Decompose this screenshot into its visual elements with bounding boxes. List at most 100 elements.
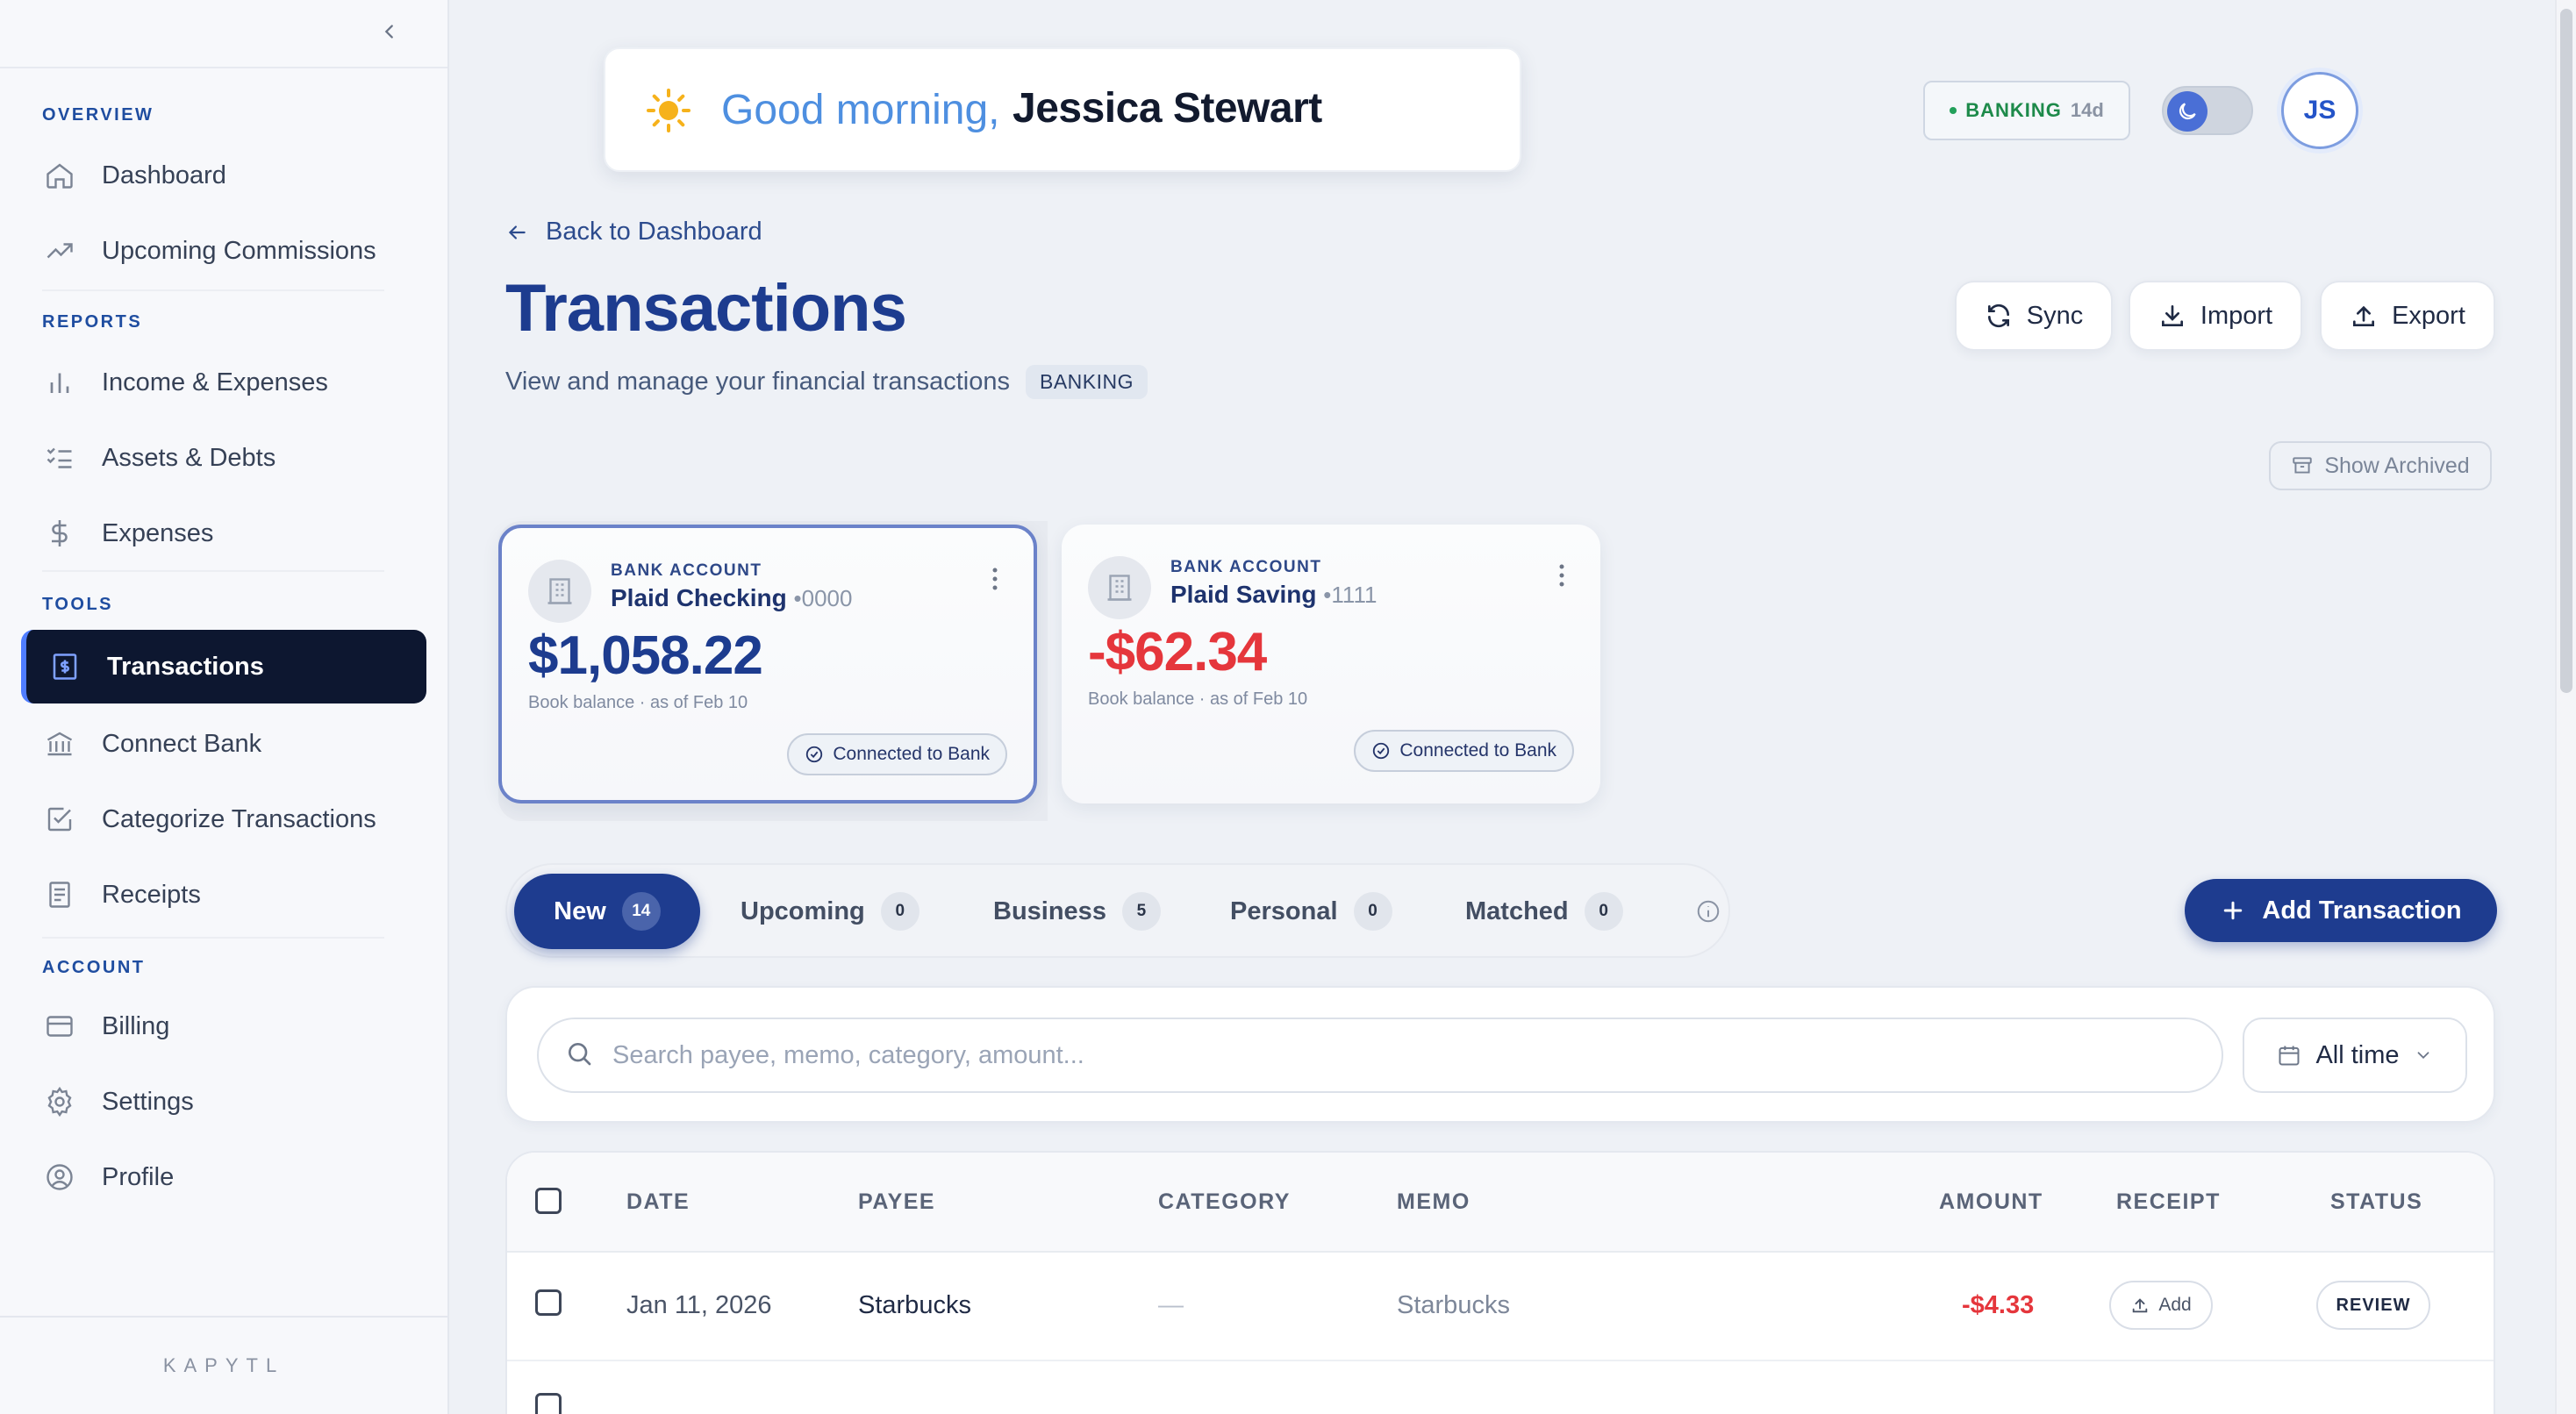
status-dot-icon [1950, 107, 1957, 114]
search-icon [565, 1039, 593, 1072]
sidebar-item-profile[interactable]: Profile [21, 1140, 426, 1214]
back-to-dashboard-link[interactable]: Back to Dashboard [505, 218, 762, 246]
sidebar-item-assets-debts[interactable]: Assets & Debts [21, 421, 426, 495]
chevron-left-icon [384, 25, 393, 39]
account-card[interactable]: BANK ACCOUNT Plaid Checking •0000 $1,058… [498, 525, 1037, 803]
plus-icon [2224, 901, 2243, 920]
tab-personal[interactable]: Personal 0 [1209, 874, 1413, 949]
tab-count: 0 [1353, 892, 1392, 931]
column-receipt: RECEIPT [2116, 1189, 2221, 1214]
bank-icon [42, 726, 77, 761]
sync-button[interactable]: Sync [1955, 281, 2113, 351]
gear-icon [42, 1084, 77, 1119]
tab-count: 0 [880, 892, 919, 931]
review-status-button[interactable]: REVIEW [2316, 1281, 2430, 1330]
section-reports: REPORTS [42, 312, 143, 332]
show-archived-label: Show Archived [2324, 453, 2470, 478]
search-field[interactable] [537, 1018, 2223, 1093]
calendar-icon [2279, 1046, 2300, 1066]
tab-count: 5 [1121, 892, 1161, 931]
add-receipt-button[interactable]: Add [2109, 1281, 2213, 1330]
sidebar-item-settings[interactable]: Settings [21, 1065, 426, 1139]
transactions-table: DATE PAYEE CATEGORY MEMO AMOUNT RECEIPT … [505, 1151, 2495, 1414]
moon-icon [2167, 91, 2207, 132]
add-transaction-label: Add Transaction [2262, 896, 2462, 925]
upload-icon [2133, 1298, 2148, 1313]
plan-days: 14d [2070, 99, 2104, 121]
table-row-partial [507, 1363, 2494, 1414]
sidebar-divider [0, 67, 447, 68]
account-type: BANK ACCOUNT [611, 561, 762, 580]
back-link-label: Back to Dashboard [546, 218, 762, 246]
sidebar-item-transactions[interactable]: Transactions [21, 630, 426, 703]
plan-badge[interactable]: BANKING 14d [1923, 81, 2130, 140]
sidebar-item-label: Dashboard [102, 161, 226, 189]
column-status: STATUS [2330, 1189, 2423, 1214]
connected-label: Connected to Bank [1399, 740, 1556, 761]
sidebar-item-billing[interactable]: Billing [21, 989, 426, 1063]
more-vertical-icon[interactable] [1558, 563, 1565, 588]
sidebar-item-label: Expenses [102, 518, 214, 547]
row-checkbox[interactable] [535, 1393, 562, 1414]
sun-icon [647, 89, 691, 132]
avatar[interactable]: JS [2281, 72, 2358, 149]
account-type: BANK ACCOUNT [1170, 558, 1322, 576]
account-mask: •0000 [793, 585, 853, 611]
dark-mode-toggle[interactable] [2162, 86, 2253, 135]
account-meta: Book balance · as of Feb 10 [1088, 689, 1308, 709]
connected-label: Connected to Bank [833, 744, 990, 764]
tab-upcoming[interactable]: Upcoming 0 [719, 874, 941, 949]
sidebar-item-categorize[interactable]: Categorize Transactions [21, 782, 426, 856]
sidebar-item-connect-bank[interactable]: Connect Bank [21, 707, 426, 781]
column-amount[interactable]: AMOUNT [1939, 1189, 2043, 1215]
transaction-tabs: New 14 Upcoming 0 Business 5 Personal 0 … [505, 863, 1730, 958]
sidebar-item-income-expenses[interactable]: Income & Expenses [21, 346, 426, 419]
column-payee[interactable]: PAYEE [858, 1189, 935, 1215]
section-overview: OVERVIEW [42, 105, 154, 125]
import-label: Import [2200, 301, 2273, 330]
column-date[interactable]: DATE [626, 1189, 690, 1215]
table-header: DATE PAYEE CATEGORY MEMO AMOUNT RECEIPT … [507, 1153, 2494, 1253]
trending-up-icon [42, 233, 77, 268]
row-category[interactable]: — [1158, 1291, 1184, 1320]
column-memo[interactable]: MEMO [1397, 1189, 1470, 1215]
add-transaction-button[interactable]: Add Transaction [2185, 879, 2497, 942]
account-balance: $1,058.22 [528, 625, 763, 686]
dollar-icon [42, 516, 77, 551]
greeting-header: Good morning, Jessica Stewart [604, 47, 1521, 172]
export-button[interactable]: Export [2320, 281, 2495, 351]
account-card[interactable]: BANK ACCOUNT Plaid Saving •1111 -$62.34 … [1062, 525, 1600, 803]
search-input[interactable] [612, 1040, 2104, 1070]
row-amount: -$4.33 [1962, 1291, 2035, 1319]
info-icon[interactable] [1695, 898, 1721, 925]
sidebar-item-label: Upcoming Commissions [102, 236, 376, 265]
column-category[interactable]: CATEGORY [1158, 1189, 1291, 1215]
row-payee: Starbucks [858, 1291, 971, 1319]
export-label: Export [2392, 301, 2465, 330]
account-mask: •1111 [1323, 582, 1377, 608]
sidebar-item-upcoming-commissions[interactable]: Upcoming Commissions [21, 214, 426, 288]
plan-label: BANKING [1965, 99, 2062, 121]
sidebar-item-label: Income & Expenses [102, 368, 328, 396]
row-checkbox[interactable] [535, 1289, 562, 1316]
show-archived-button[interactable]: Show Archived [2269, 441, 2492, 490]
sidebar-item-expenses[interactable]: Expenses [21, 496, 426, 570]
sidebar: OVERVIEW Dashboard Upcoming Commissions … [0, 0, 449, 1414]
sidebar-divider [42, 570, 384, 572]
tab-business[interactable]: Business 5 [972, 874, 1182, 949]
collapse-sidebar-button[interactable] [376, 18, 404, 46]
table-row[interactable]: Jan 11, 2026 Starbucks — Starbucks -$4.3… [507, 1254, 2494, 1361]
sidebar-item-receipts[interactable]: Receipts [21, 858, 426, 932]
select-all-checkbox[interactable] [535, 1188, 562, 1214]
tab-matched[interactable]: Matched 0 [1444, 874, 1644, 949]
chevron-down-icon [2417, 1052, 2429, 1060]
refresh-icon [1987, 304, 2009, 328]
tab-new[interactable]: New 14 [514, 874, 700, 949]
time-filter-dropdown[interactable]: All time [2243, 1018, 2467, 1093]
search-card: All time [505, 986, 2495, 1123]
sidebar-item-dashboard[interactable]: Dashboard [21, 139, 426, 212]
account-meta: Book balance · as of Feb 10 [528, 693, 748, 712]
import-button[interactable]: Import [2129, 281, 2302, 351]
more-vertical-icon[interactable] [991, 567, 998, 591]
page-scrollbar-thumb[interactable] [2560, 9, 2572, 693]
